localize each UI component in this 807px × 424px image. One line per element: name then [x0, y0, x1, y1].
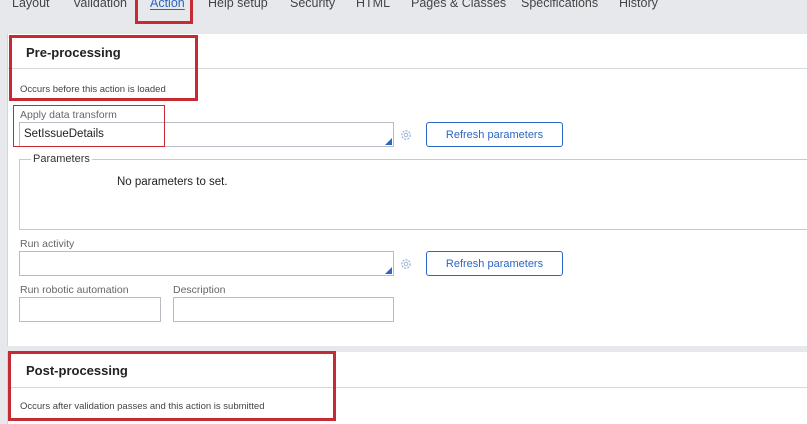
autocomplete-corner-icon [385, 267, 392, 274]
no-parameters-message: No parameters to set. [117, 176, 228, 188]
tab-help-setup[interactable]: Help setup [208, 0, 268, 10]
tab-highlight-box [135, 0, 193, 24]
description-input[interactable] [173, 297, 394, 322]
tab-validation[interactable]: Validation [73, 0, 127, 10]
refresh-parameters-button-2[interactable]: Refresh parameters [426, 251, 563, 276]
tab-pages-classes[interactable]: Pages & Classes [411, 0, 506, 10]
refresh-parameters-button[interactable]: Refresh parameters [426, 122, 563, 147]
pre-processing-highlight-box [9, 35, 198, 101]
tab-layout[interactable]: Layout [12, 0, 50, 10]
run-robotic-automation-input[interactable] [19, 297, 161, 322]
run-activity-label: Run activity [20, 238, 75, 250]
gear-icon[interactable] [399, 257, 413, 271]
apply-data-transform-highlight-box [13, 105, 165, 147]
run-robotic-automation-label: Run robotic automation [20, 284, 129, 296]
run-activity-input[interactable] [19, 251, 394, 276]
gear-icon[interactable] [399, 128, 413, 142]
post-processing-highlight-box [8, 351, 336, 421]
tab-history[interactable]: History [619, 0, 658, 10]
parameters-group [19, 159, 807, 230]
description-label: Description [173, 284, 226, 296]
tab-security[interactable]: Security [290, 0, 335, 10]
parameters-legend: Parameters [31, 153, 92, 165]
tab-html[interactable]: HTML [356, 0, 390, 10]
tab-bar: Layout Validation Action Help setup Secu… [0, 0, 807, 34]
autocomplete-corner-icon [385, 138, 392, 145]
tab-specifications[interactable]: Specifications [521, 0, 598, 10]
